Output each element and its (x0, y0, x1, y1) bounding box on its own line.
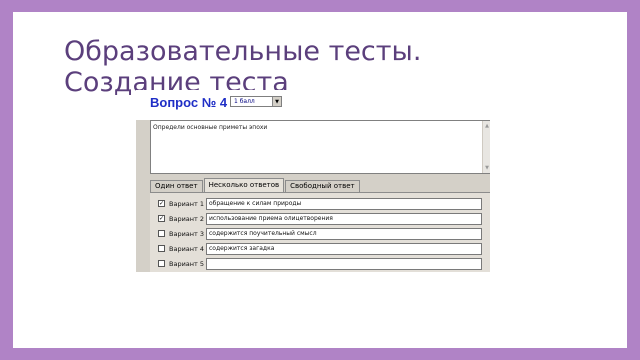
points-select-value: 1 балл (234, 98, 255, 105)
option-input[interactable]: использование приема олицетворения (206, 213, 482, 225)
option-checkbox[interactable] (158, 260, 165, 267)
option-input[interactable]: обращение к силам природы (206, 198, 482, 210)
question-text-area[interactable]: Определи основные приметы эпохи ▲ ▼ (150, 120, 490, 174)
option-row: ✓ Вариант 1 обращение к силам природы (150, 198, 490, 211)
option-label: Вариант 3 (169, 230, 205, 238)
question-title: Вопрос № 4 (150, 95, 228, 110)
question-scrollbar[interactable]: ▲ ▼ (482, 121, 490, 173)
chevron-down-icon[interactable]: ▼ (272, 97, 281, 106)
option-checkbox[interactable]: ✓ (158, 215, 165, 222)
question-text: Определи основные приметы эпохи (153, 124, 268, 131)
points-select[interactable]: 1 балл ▼ (230, 96, 282, 107)
option-row: ✓ Вариант 2 использование приема олицетв… (150, 213, 490, 226)
option-input[interactable] (206, 258, 482, 270)
title-line-1: Образовательные тесты. (64, 36, 422, 67)
option-label: Вариант 5 (169, 260, 205, 268)
tab-free-answer[interactable]: Свободный ответ (285, 180, 360, 192)
option-label: Вариант 4 (169, 245, 205, 253)
scroll-down-icon[interactable]: ▼ (483, 164, 491, 172)
answer-type-tabs: Один ответ Несколько ответов Свободный о… (150, 178, 361, 192)
question-header: Вопрос № 4 1 балл ▼ (136, 90, 490, 120)
option-label: Вариант 1 (169, 200, 205, 208)
option-input[interactable]: содержится загадка (206, 243, 482, 255)
tab-multiple-answers[interactable]: Несколько ответов (203, 178, 285, 192)
option-label: Вариант 2 (169, 215, 205, 223)
option-checkbox[interactable]: ✓ (158, 200, 165, 207)
scroll-up-icon[interactable]: ▲ (483, 122, 491, 130)
option-checkbox[interactable] (158, 230, 165, 237)
option-row: Вариант 4 содержится загадка (150, 243, 490, 256)
option-row: Вариант 3 содержится поучительный смысл (150, 228, 490, 241)
test-editor-screenshot: Вопрос № 4 1 балл ▼ Определи основные пр… (136, 90, 490, 272)
option-checkbox[interactable] (158, 245, 165, 252)
option-row: Вариант 5 (150, 258, 490, 271)
slide-title: Образовательные тесты. Создание теста (64, 36, 584, 98)
options-panel: ✓ Вариант 1 обращение к силам природы ✓ … (150, 192, 490, 272)
option-input[interactable]: содержится поучительный смысл (206, 228, 482, 240)
tab-single-answer[interactable]: Один ответ (150, 180, 203, 192)
